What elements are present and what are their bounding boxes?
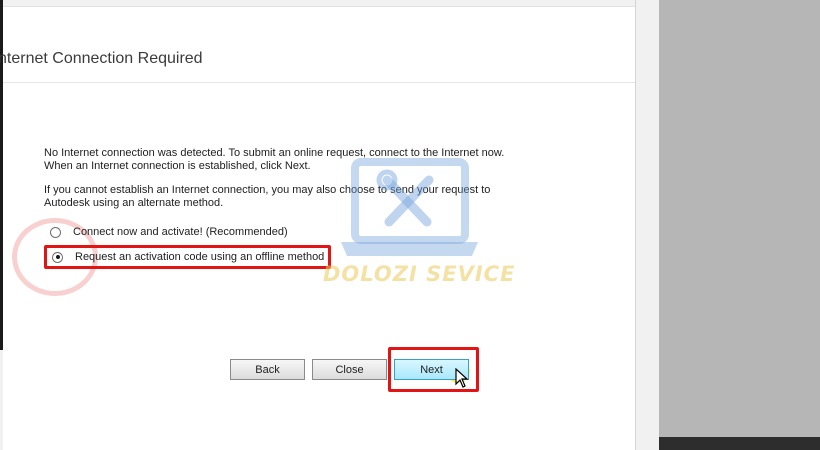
dialog-top-edge bbox=[3, 0, 635, 7]
dialog-header: nternet Connection Required bbox=[0, 7, 635, 83]
taskbar-edge bbox=[659, 437, 820, 450]
option-connect-online[interactable]: Connect now and activate! (Recommended) bbox=[50, 224, 288, 240]
back-button[interactable]: Back bbox=[230, 359, 305, 380]
radio-button[interactable] bbox=[50, 226, 61, 238]
close-button[interactable]: Close bbox=[312, 359, 387, 380]
highlight-offline-option bbox=[44, 245, 331, 269]
watermark-laptop-icon bbox=[341, 158, 478, 256]
message-line-2: When an Internet connection is establish… bbox=[44, 160, 311, 172]
page-title: nternet Connection Required bbox=[0, 50, 203, 67]
message-line-4: Autodesk using an alternate method. bbox=[44, 197, 224, 209]
option-label: Connect now and activate! (Recommended) bbox=[73, 226, 288, 238]
background-window bbox=[659, 0, 820, 437]
watermark-text: DOLOZI SEVICE bbox=[323, 262, 516, 286]
mouse-cursor-icon bbox=[455, 368, 469, 388]
